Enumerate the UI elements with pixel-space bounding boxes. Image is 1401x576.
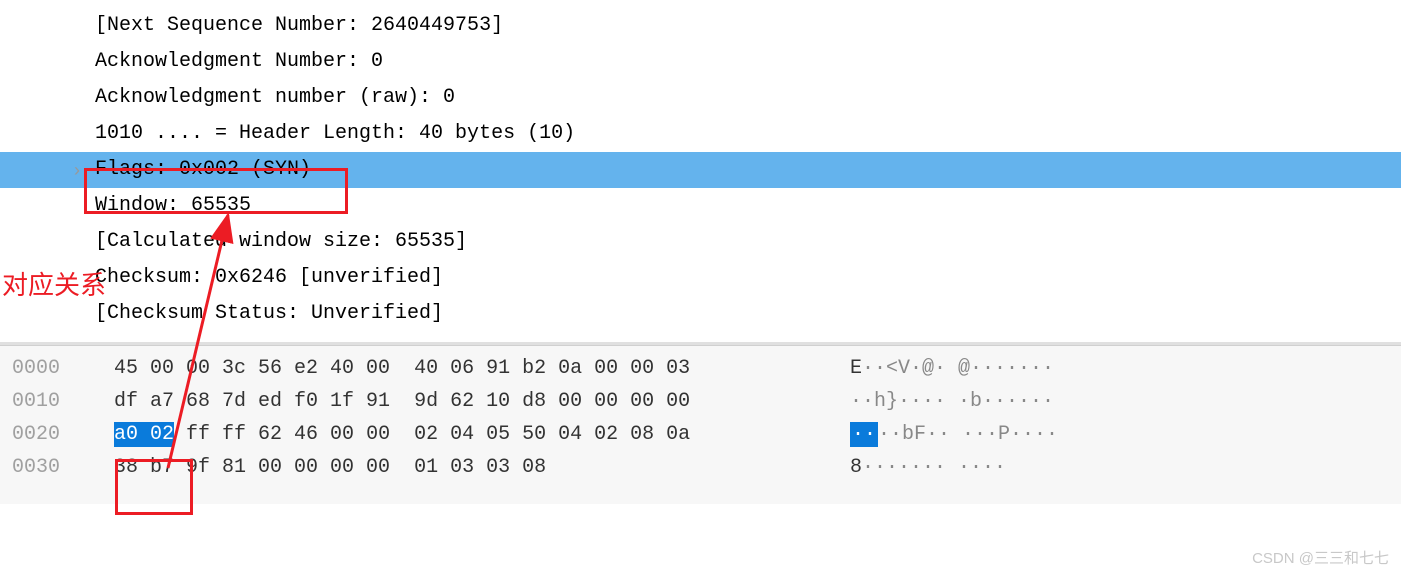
hex-offset: 0020 [0, 418, 90, 451]
hex-row[interactable]: 0020 a0 02 ff ff 62 46 00 00 02 04 05 50… [0, 418, 1401, 451]
field-flags[interactable]: Flags: 0x002 (SYN) [0, 152, 1401, 188]
field-window[interactable]: Window: 65535 [0, 188, 1401, 224]
hex-bytes[interactable]: 38 b7 9f 81 00 00 00 00 01 03 03 08 [90, 451, 850, 484]
field-header-length[interactable]: 1010 .... = Header Length: 40 bytes (10) [0, 116, 1401, 152]
hex-offset: 0010 [0, 385, 90, 418]
watermark: CSDN @三三和七七 [1252, 547, 1389, 568]
hex-ascii: ····bF·· ···P···· [850, 418, 1058, 451]
hex-row[interactable]: 0030 38 b7 9f 81 00 00 00 00 01 03 03 08… [0, 451, 1401, 484]
field-checksum-status[interactable]: [Checksum Status: Unverified] [0, 296, 1401, 332]
field-checksum[interactable]: Checksum: 0x6246 [unverified] [0, 260, 1401, 296]
field-calc-window[interactable]: [Calculated window size: 65535] [0, 224, 1401, 260]
hex-offset: 0030 [0, 451, 90, 484]
hex-ascii: ··h}···· ·b······ [850, 385, 1054, 418]
field-ack-number-raw[interactable]: Acknowledgment number (raw): 0 [0, 80, 1401, 116]
ascii-highlight: ·· [850, 422, 878, 447]
packet-details-pane[interactable]: [Next Sequence Number: 2640449753] Ackno… [0, 0, 1401, 345]
hex-bytes[interactable]: df a7 68 7d ed f0 1f 91 9d 62 10 d8 00 0… [90, 385, 850, 418]
hex-ascii: E··<V·@· @······· [850, 352, 1054, 385]
hex-bytes[interactable]: a0 02 ff ff 62 46 00 00 02 04 05 50 04 0… [90, 418, 850, 451]
field-ack-number[interactable]: Acknowledgment Number: 0 [0, 44, 1401, 80]
hex-offset: 0000 [0, 352, 90, 385]
hex-row[interactable]: 0010 df a7 68 7d ed f0 1f 91 9d 62 10 d8… [0, 385, 1401, 418]
hex-bytes[interactable]: 45 00 00 3c 56 e2 40 00 40 06 91 b2 0a 0… [90, 352, 850, 385]
field-next-sequence[interactable]: [Next Sequence Number: 2640449753] [0, 8, 1401, 44]
packet-bytes-pane[interactable]: 0000 45 00 00 3c 56 e2 40 00 40 06 91 b2… [0, 345, 1401, 504]
hex-row[interactable]: 0000 45 00 00 3c 56 e2 40 00 40 06 91 b2… [0, 352, 1401, 385]
hex-ascii: 8······· ···· [850, 451, 1006, 484]
hex-highlight[interactable]: a0 02 [114, 422, 174, 447]
